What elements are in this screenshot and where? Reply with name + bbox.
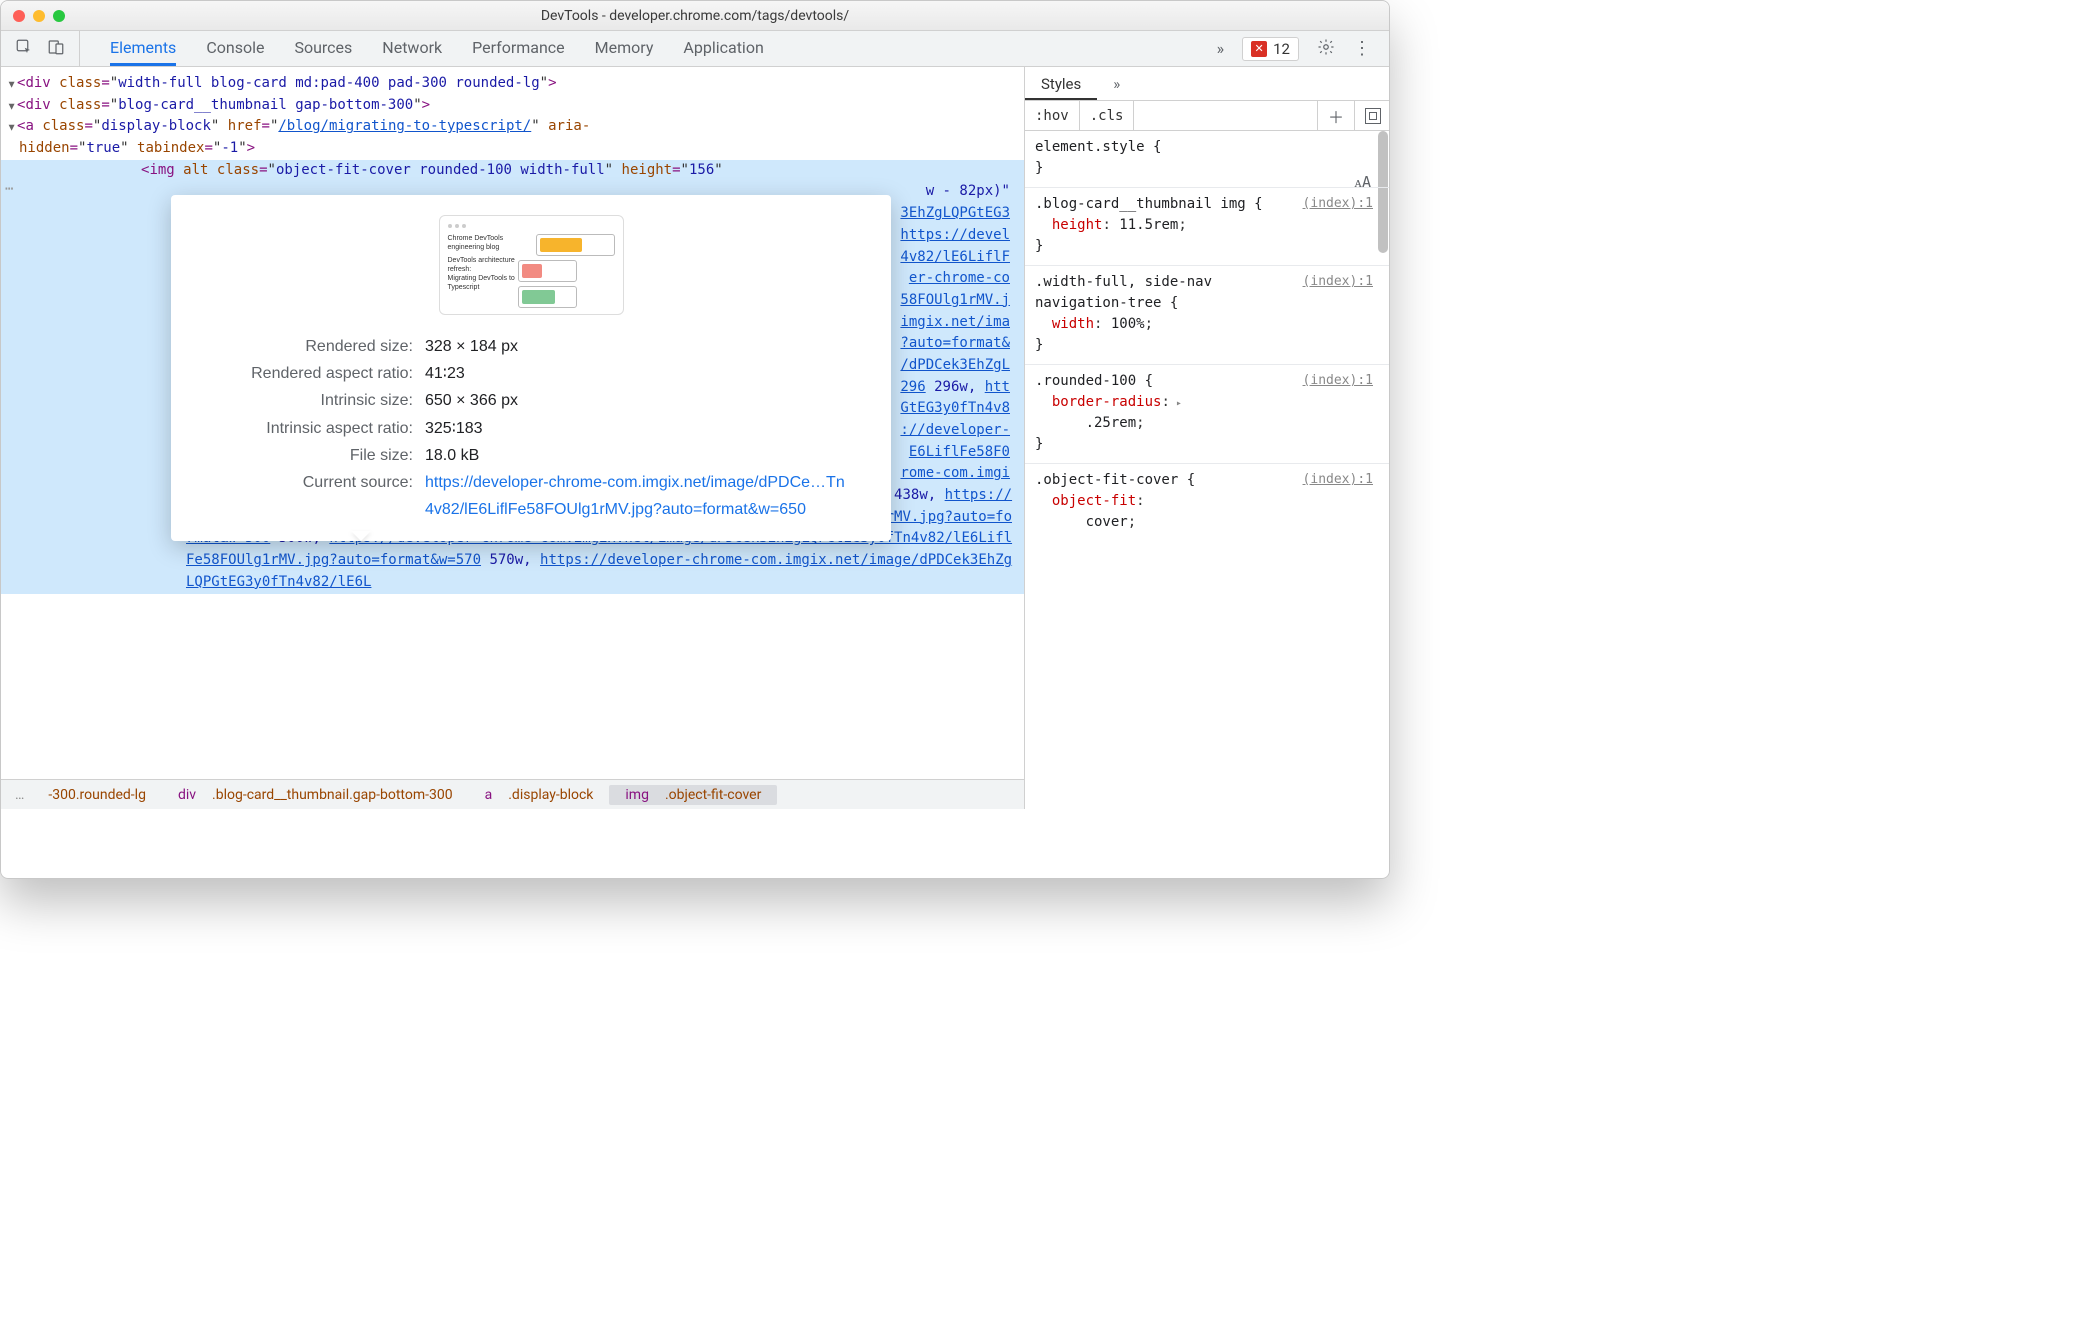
tooltip-rendered-size-row: Rendered size:328 × 184 px bbox=[195, 333, 867, 360]
rule-object-fit-cover[interactable]: (index):1 .object-fit-cover { object-fit… bbox=[1025, 464, 1389, 541]
elements-pane: ⋯ ▶<div class="width-full blog-card md:p… bbox=[1, 67, 1025, 809]
minimize-window-button[interactable] bbox=[33, 10, 45, 22]
styles-tabs: Styles » bbox=[1025, 67, 1389, 101]
styles-tab[interactable]: Styles bbox=[1025, 67, 1097, 100]
gutter-ellipsis-icon: ⋯ bbox=[5, 179, 13, 201]
rule-source-link[interactable]: (index):1 bbox=[1303, 272, 1373, 292]
rule-rounded-100[interactable]: (index):1 .rounded-100 { border-radius: … bbox=[1025, 365, 1389, 464]
zoom-window-button[interactable] bbox=[53, 10, 65, 22]
tab-memory[interactable]: Memory bbox=[595, 31, 654, 66]
crumb-anchor[interactable]: a.display-block bbox=[469, 785, 610, 805]
hov-toggle[interactable]: :hov bbox=[1025, 101, 1080, 130]
tab-elements[interactable]: Elements bbox=[110, 31, 176, 66]
tooltip-source-link[interactable]: https://developer-chrome-com.imgix.net/i… bbox=[425, 469, 845, 523]
crumb-ellipsis[interactable]: … bbox=[7, 785, 32, 805]
error-icon: ✕ bbox=[1251, 41, 1267, 57]
tooltip-rendered-ratio-row: Rendered aspect ratio:41∶23 bbox=[195, 360, 867, 387]
tooltip-intrinsic-size-row: Intrinsic size:650 × 366 px bbox=[195, 387, 867, 414]
close-window-button[interactable] bbox=[13, 10, 25, 22]
tab-console[interactable]: Console bbox=[206, 31, 264, 66]
rule-width-full[interactable]: (index):1 .width-full, side-nav navigati… bbox=[1025, 266, 1389, 365]
crumb-div-thumbnail[interactable]: div.blog-card__thumbnail.gap-bottom-300 bbox=[162, 785, 469, 805]
style-rules[interactable]: ᴀA element.style { } (index):1 .blog-car… bbox=[1025, 131, 1389, 809]
cls-toggle[interactable]: .cls bbox=[1080, 101, 1135, 130]
main-area: ⋯ ▶<div class="width-full blog-card md:p… bbox=[1, 67, 1389, 809]
rule-source-link[interactable]: (index):1 bbox=[1303, 371, 1373, 391]
rule-source-link[interactable]: (index):1 bbox=[1303, 470, 1373, 490]
device-toggle-icon[interactable] bbox=[47, 38, 65, 60]
rule-source-link[interactable]: (index):1 bbox=[1303, 194, 1373, 214]
crumb-div-card[interactable]: -300.rounded-lg bbox=[32, 785, 162, 805]
more-tabs-icon[interactable]: » bbox=[1217, 39, 1225, 58]
image-preview-tooltip: Chrome DevTools engineering blog DevTool… bbox=[171, 195, 891, 541]
rule-element-style[interactable]: element.style { } bbox=[1025, 131, 1389, 188]
styles-filter-bar: :hov .cls ＋ bbox=[1025, 101, 1389, 131]
tab-sources[interactable]: Sources bbox=[294, 31, 352, 66]
styles-pane: Styles » :hov .cls ＋ ᴀA element.style { … bbox=[1025, 67, 1389, 809]
window-controls bbox=[13, 10, 65, 22]
tooltip-current-source-row: Current source: https://developer-chrome… bbox=[195, 469, 867, 523]
styles-more-tabs-icon[interactable]: » bbox=[1097, 67, 1136, 100]
tab-application[interactable]: Application bbox=[683, 31, 763, 66]
error-counter[interactable]: ✕ 12 bbox=[1242, 37, 1299, 61]
kebab-menu-icon[interactable]: ⋮ bbox=[1353, 44, 1371, 53]
tooltip-intrinsic-ratio-row: Intrinsic aspect ratio:325∶183 bbox=[195, 415, 867, 442]
rule-blog-card-thumbnail[interactable]: (index):1 .blog-card__thumbnail img { he… bbox=[1025, 188, 1389, 266]
tooltip-thumbnail: Chrome DevTools engineering blog DevTool… bbox=[439, 215, 624, 315]
dom-node-anchor[interactable]: ▶<a class="display-block" href="/blog/mi… bbox=[1, 116, 1024, 159]
error-count: 12 bbox=[1273, 40, 1290, 58]
tab-network[interactable]: Network bbox=[382, 31, 442, 66]
new-style-rule-icon[interactable]: ＋ bbox=[1318, 101, 1355, 130]
dom-breadcrumbs[interactable]: … -300.rounded-lg div.blog-card__thumbna… bbox=[1, 779, 1024, 809]
tab-performance[interactable]: Performance bbox=[472, 31, 565, 66]
panel-tabs: Elements Console Sources Network Perform… bbox=[80, 31, 1199, 66]
dom-node-div-blog-card[interactable]: ▶<div class="width-full blog-card md:pad… bbox=[1, 73, 1024, 95]
inspect-element-icon[interactable] bbox=[15, 38, 33, 60]
titlebar: DevTools - developer.chrome.com/tags/dev… bbox=[1, 1, 1389, 31]
tooltip-filesize-row: File size:18.0 kB bbox=[195, 442, 867, 469]
gear-icon[interactable] bbox=[1317, 38, 1335, 60]
crumb-img-selected[interactable]: img.object-fit-cover bbox=[609, 785, 777, 805]
box-model-icon[interactable] bbox=[1365, 108, 1381, 124]
dom-node-div-thumbnail[interactable]: ▶<div class="blog-card__thumbnail gap-bo… bbox=[1, 95, 1024, 117]
devtools-toolbar: Elements Console Sources Network Perform… bbox=[1, 31, 1389, 67]
window-title: DevTools - developer.chrome.com/tags/dev… bbox=[1, 8, 1389, 24]
